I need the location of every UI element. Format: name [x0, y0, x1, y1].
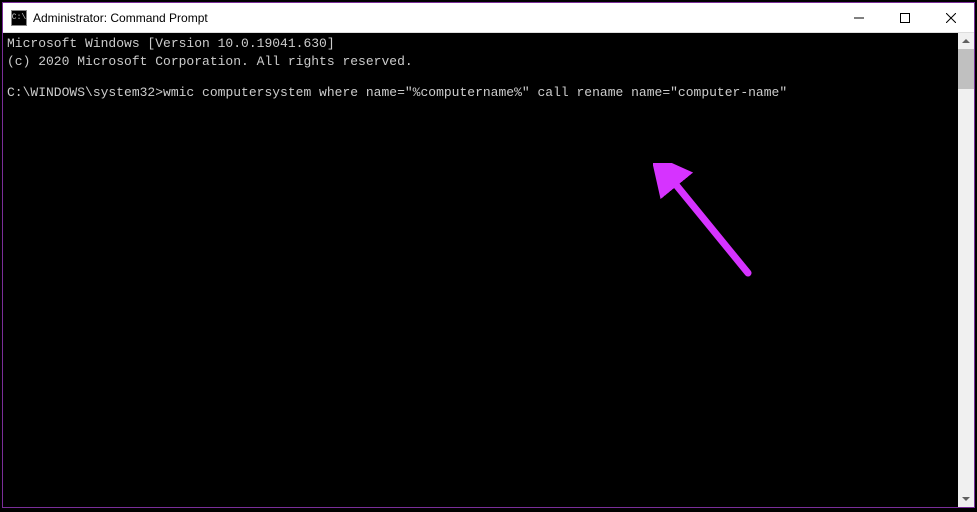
- terminal-area: Microsoft Windows [Version 10.0.19041.63…: [3, 33, 974, 507]
- minimize-button[interactable]: [836, 3, 882, 32]
- terminal-output[interactable]: Microsoft Windows [Version 10.0.19041.63…: [3, 33, 958, 507]
- scroll-up-button[interactable]: [958, 33, 974, 49]
- minimize-icon: [854, 13, 864, 23]
- chevron-up-icon: [962, 39, 970, 43]
- terminal-line-version: Microsoft Windows [Version 10.0.19041.63…: [7, 35, 954, 53]
- window-controls: [836, 3, 974, 32]
- scroll-track[interactable]: [958, 49, 974, 491]
- terminal-line-copyright: (c) 2020 Microsoft Corporation. All righ…: [7, 53, 954, 71]
- titlebar[interactable]: C:\ Administrator: Command Prompt: [3, 3, 974, 33]
- app-icon-text: C:\: [12, 14, 26, 22]
- chevron-down-icon: [962, 497, 970, 501]
- command-prompt-window: C:\ Administrator: Command Prompt Micros…: [2, 2, 975, 508]
- vertical-scrollbar[interactable]: [958, 33, 974, 507]
- command-text: wmic computersystem where name="%compute…: [163, 85, 787, 100]
- maximize-icon: [900, 13, 910, 23]
- maximize-button[interactable]: [882, 3, 928, 32]
- close-icon: [946, 13, 956, 23]
- window-title: Administrator: Command Prompt: [33, 11, 836, 25]
- close-button[interactable]: [928, 3, 974, 32]
- terminal-prompt-line: C:\WINDOWS\system32>wmic computersystem …: [7, 84, 954, 102]
- scroll-thumb[interactable]: [958, 49, 974, 89]
- prompt: C:\WINDOWS\system32>: [7, 85, 163, 100]
- scroll-down-button[interactable]: [958, 491, 974, 507]
- app-icon: C:\: [11, 10, 27, 26]
